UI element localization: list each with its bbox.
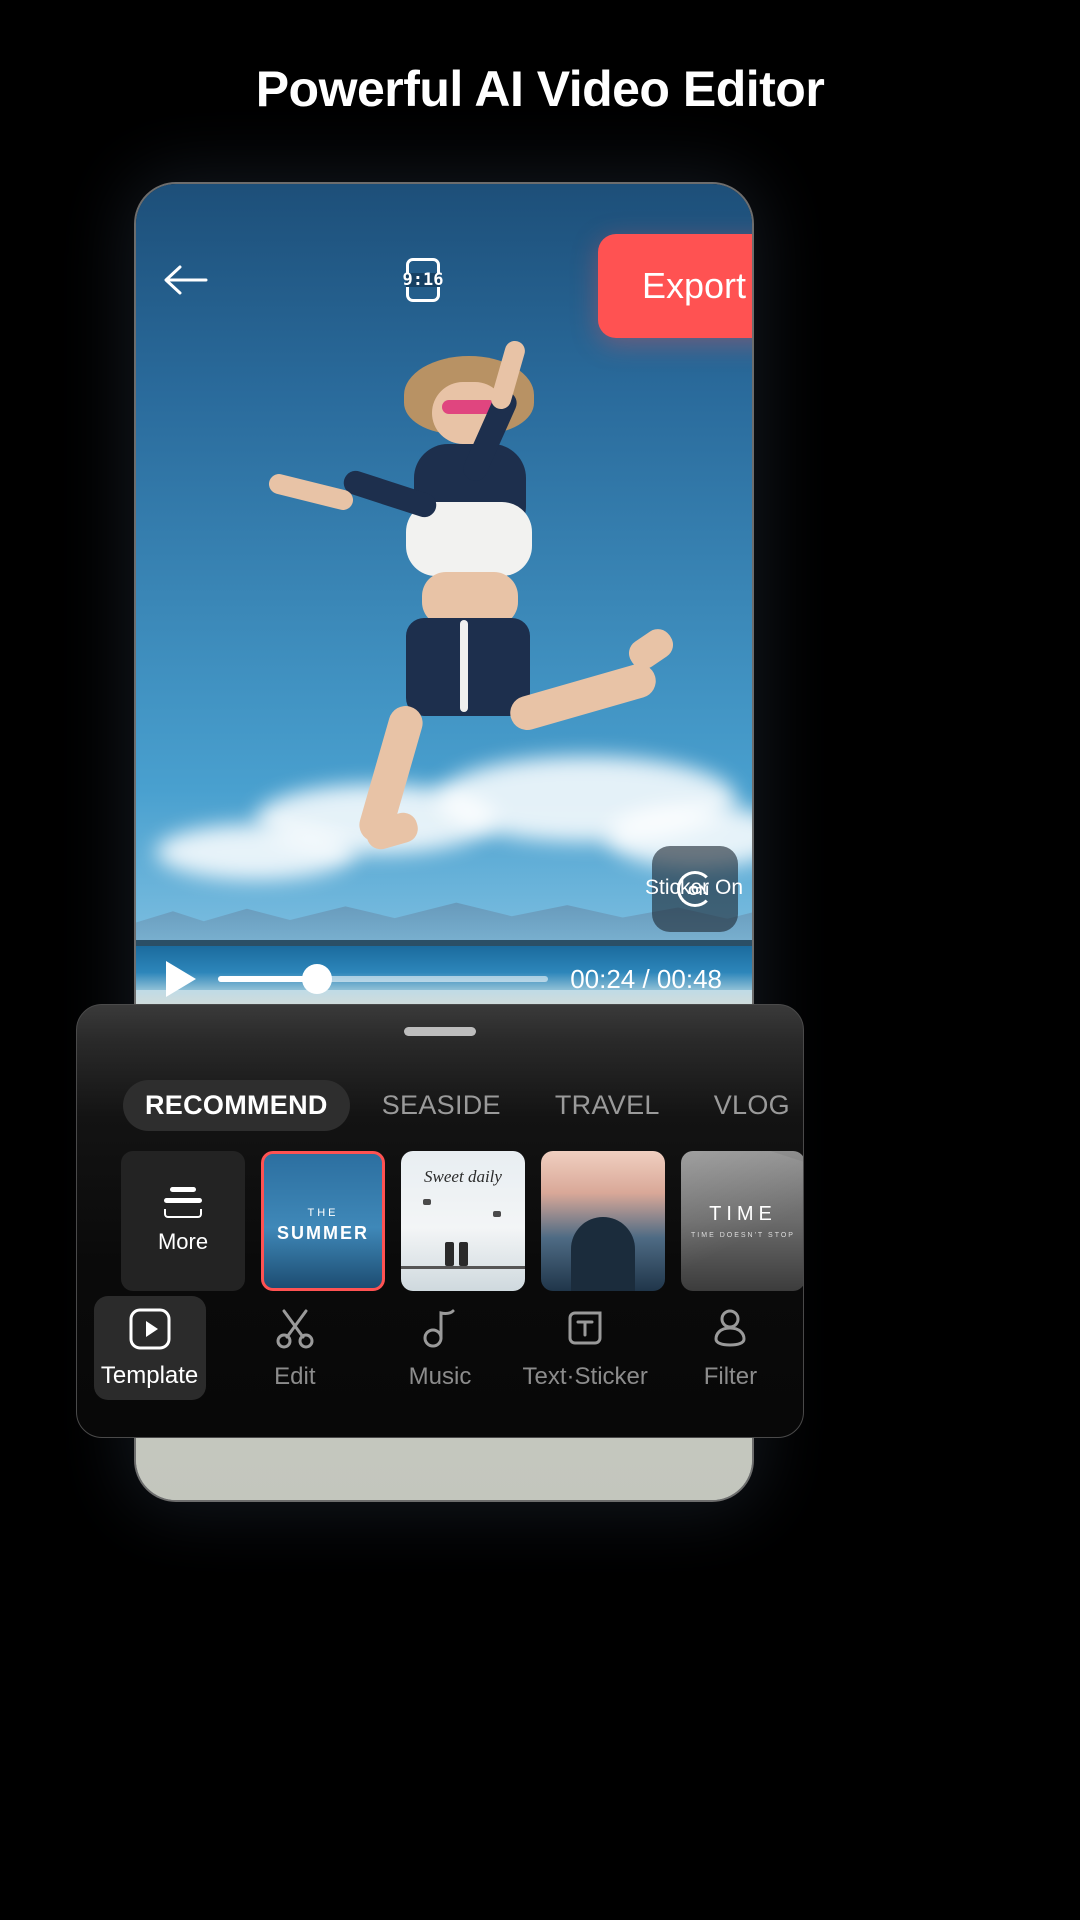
arrow-left-icon xyxy=(164,265,208,295)
template-item[interactable]: Sweet daily xyxy=(401,1151,525,1291)
editor-nav: Template Edit Music Text·Sticker Filter xyxy=(77,1285,803,1411)
sticker-label: Sticker On xyxy=(644,876,744,899)
tab-recommend[interactable]: RECOMMEND xyxy=(123,1079,350,1131)
back-button[interactable] xyxy=(158,253,212,307)
bottom-sheet: RECOMMEND SEASIDE TRAVEL VLOG NATURE Mor… xyxy=(76,1004,804,1438)
template-title: THE SUMMER xyxy=(277,1207,369,1243)
filter-rings-icon xyxy=(714,1309,746,1347)
template-item[interactable] xyxy=(541,1151,665,1291)
nav-label: Filter xyxy=(703,1363,758,1390)
nav-label: Template xyxy=(100,1362,199,1389)
template-item[interactable]: THE SUMMER xyxy=(261,1151,385,1291)
aspect-ratio-label: 9:16 xyxy=(402,270,444,290)
progress-slider[interactable] xyxy=(218,964,549,994)
nav-label: Edit xyxy=(274,1363,316,1390)
tab-seaside[interactable]: SEASIDE xyxy=(360,1080,523,1131)
template-item[interactable]: TIME TIME DOESN'T STOP xyxy=(681,1151,803,1291)
tab-vlog[interactable]: VLOG xyxy=(692,1080,803,1131)
stack-icon xyxy=(164,1187,202,1219)
music-note-icon xyxy=(423,1309,455,1348)
nav-item-music[interactable]: Music xyxy=(367,1285,512,1411)
more-templates-button[interactable]: More xyxy=(121,1151,245,1291)
drag-handle[interactable] xyxy=(404,1027,476,1036)
tab-travel[interactable]: TRAVEL xyxy=(533,1080,682,1131)
jumping-woman-subject xyxy=(246,334,706,854)
nav-label: Music xyxy=(408,1363,472,1390)
editor-toolbar: 9:16 4K Export xyxy=(136,234,752,338)
nav-item-text-sticker[interactable]: Text·Sticker xyxy=(513,1285,658,1411)
text-sticker-icon xyxy=(568,1311,602,1345)
nav-item-filter[interactable]: Filter xyxy=(658,1285,803,1411)
scissors-icon xyxy=(276,1309,314,1349)
nav-item-edit[interactable]: Edit xyxy=(222,1285,367,1411)
export-button[interactable]: Export xyxy=(597,234,752,338)
app-screenshot: Powerful AI Video Editor 9:16 Export ON … xyxy=(0,0,1080,1920)
time-display: 00:24 / 00:48 xyxy=(570,963,722,994)
template-icon xyxy=(129,1308,171,1350)
template-title: TIME TIME DOESN'T STOP xyxy=(691,1203,795,1239)
play-icon[interactable] xyxy=(166,961,196,997)
template-carousel[interactable]: More THE SUMMER Sweet daily TIME TIME DO… xyxy=(121,1151,803,1291)
template-title: Sweet daily xyxy=(424,1167,502,1186)
nav-label: Text·Sticker xyxy=(522,1363,648,1390)
nav-item-template[interactable]: Template xyxy=(77,1285,222,1411)
progress-handle[interactable] xyxy=(302,964,333,994)
aspect-ratio-icon: 9:16 xyxy=(403,258,443,302)
aspect-ratio-button[interactable]: 9:16 xyxy=(394,251,452,309)
page-title: Powerful AI Video Editor xyxy=(255,61,825,117)
export-label: Export xyxy=(641,265,746,306)
more-label: More xyxy=(157,1229,209,1254)
category-tabs: RECOMMEND SEASIDE TRAVEL VLOG NATURE xyxy=(77,1077,803,1133)
